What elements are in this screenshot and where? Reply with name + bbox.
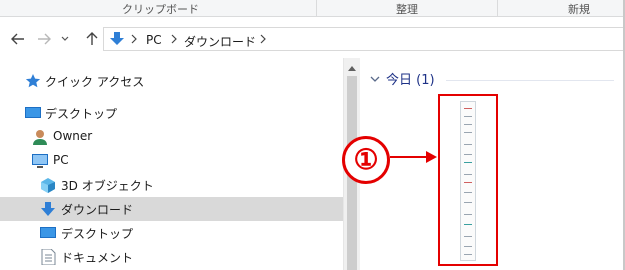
address-input[interactable]: PC ダウンロード <box>103 27 625 51</box>
user-icon <box>33 130 47 145</box>
sidebar-item-3d-objects[interactable]: 3D オブジェクト <box>0 173 343 197</box>
download-icon <box>41 202 55 216</box>
chevron-right-icon <box>171 34 177 44</box>
sidebar-item-label: デスクトップ <box>45 107 118 121</box>
group-divider <box>446 80 614 81</box>
document-icon <box>41 249 56 265</box>
ribbon-divider <box>497 0 498 17</box>
sidebar-item-documents[interactable]: ドキュメント <box>0 245 343 269</box>
breadcrumb-pc[interactable]: PC <box>146 33 162 47</box>
sidebar-item-label: デスクトップ <box>61 227 134 241</box>
chevron-right-icon[interactable] <box>260 34 266 44</box>
breadcrumb-downloads[interactable]: ダウンロード <box>184 33 256 50</box>
cube-icon <box>41 178 55 193</box>
ribbon-group-new: 新規 <box>568 3 590 16</box>
sidebar-item-label: PC <box>53 153 69 167</box>
chevron-down-icon <box>370 76 380 82</box>
chevron-down-icon <box>61 36 69 41</box>
group-header-label: 今日 (1) <box>386 73 435 88</box>
back-button[interactable] <box>8 29 28 49</box>
arrow-right-icon <box>38 33 51 45</box>
arrow-up-icon <box>86 32 98 45</box>
sidebar-item-desktop-pc[interactable]: デスクトップ <box>0 221 343 245</box>
sidebar-item-desktop[interactable]: デスクトップ <box>0 101 343 125</box>
sidebar-item-label: ダウンロード <box>61 203 134 217</box>
arrow-left-icon <box>11 33 24 45</box>
ribbon-group-clipboard: クリップボード <box>122 3 199 16</box>
sidebar-item-pc[interactable]: PC <box>0 149 343 173</box>
image-preview <box>460 101 476 261</box>
file-list: 今日 (1) ① <box>342 58 625 270</box>
ribbon-group-bar: クリップボード 整理 新規 <box>0 0 625 17</box>
scroll-up-icon[interactable] <box>348 66 356 71</box>
group-header-today[interactable]: 今日 (1) <box>370 69 435 88</box>
chevron-right-icon <box>131 34 137 44</box>
ribbon-group-organize: 整理 <box>396 3 418 16</box>
file-thumbnail[interactable] <box>438 94 498 266</box>
desktop-icon <box>25 107 41 118</box>
annotation-marker: ① <box>342 136 390 184</box>
star-icon <box>25 74 41 88</box>
sidebar-item-owner[interactable]: Owner <box>0 125 343 149</box>
desktop-icon <box>40 227 56 238</box>
annotation-arrow-icon <box>390 151 437 163</box>
ribbon-divider <box>316 0 317 17</box>
sidebar-item-label: 3D オブジェクト <box>61 179 154 193</box>
recent-locations-button[interactable] <box>58 29 72 49</box>
sidebar-item-label: クイック アクセス <box>45 75 145 89</box>
sidebar-item-downloads[interactable]: ダウンロード <box>0 197 343 221</box>
sidebar-item-label: Owner <box>53 129 93 143</box>
address-bar: PC ダウンロード <box>0 23 625 55</box>
navigation-pane: クイック アクセス デスクトップ Owner PC 3D オブジェクト ダウンロ… <box>0 58 343 270</box>
download-icon <box>110 32 124 45</box>
up-button[interactable] <box>82 29 102 49</box>
sidebar-item-label: ドキュメント <box>61 251 134 265</box>
forward-button[interactable] <box>34 29 54 49</box>
sidebar-item-quick-access[interactable]: クイック アクセス <box>0 69 343 93</box>
pc-icon <box>32 154 48 168</box>
